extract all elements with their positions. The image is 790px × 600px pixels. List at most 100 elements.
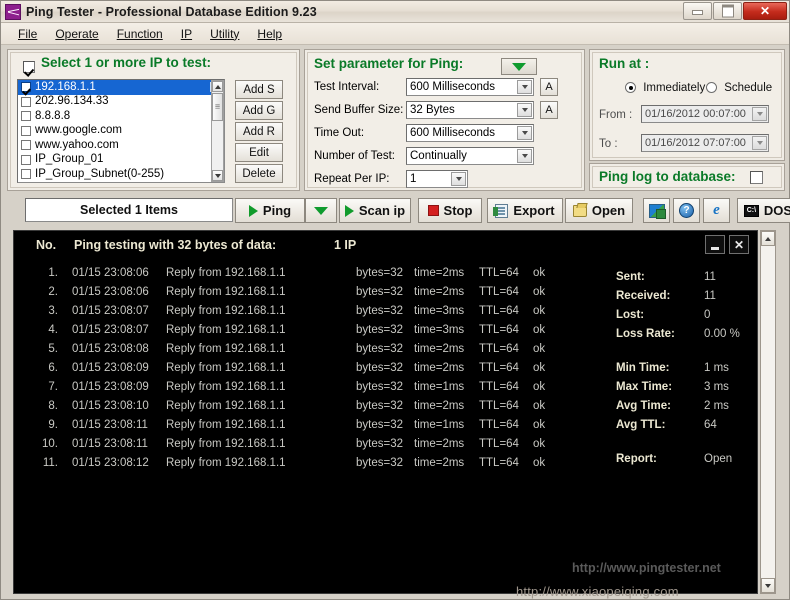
ip-item-checkbox[interactable] <box>21 111 31 122</box>
table-row: 1. 01/15 23:08:06 Reply from 192.168.1.1… <box>36 267 636 286</box>
time-out-select[interactable]: 600 Milliseconds <box>406 124 534 142</box>
browser-button[interactable]: e <box>703 198 730 223</box>
row-index: 1. <box>48 267 58 279</box>
row-bytes: bytes=32 <box>356 381 403 393</box>
edit-button[interactable]: Edit <box>235 143 283 162</box>
chevron-down-icon[interactable] <box>752 136 767 150</box>
to-datetime-field[interactable]: 01/16/2012 07:07:00 <box>641 134 769 152</box>
row-time: time=1ms <box>414 381 465 393</box>
scroll-down-icon[interactable] <box>212 170 223 181</box>
scan-ip-button[interactable]: Scan ip <box>339 198 411 223</box>
radio-immediately[interactable]: Immediately <box>625 82 705 94</box>
ping-button[interactable]: Ping <box>235 198 305 223</box>
list-item[interactable]: 192.168.1.1 <box>18 80 224 95</box>
add-g-button[interactable]: Add G <box>235 101 283 120</box>
export-button[interactable]: Export <box>487 198 563 223</box>
list-item[interactable]: 8.8.8.8 <box>18 109 224 124</box>
ip-list-scrollbar[interactable] <box>211 80 224 182</box>
stop-button-label: Stop <box>443 203 473 218</box>
menu-item-help[interactable]: Help <box>248 25 291 43</box>
image-export-button[interactable] <box>643 198 670 223</box>
help-button[interactable]: ? <box>673 198 700 223</box>
radio-immediately-button[interactable] <box>625 82 636 94</box>
row-ttl: TTL=64 <box>479 438 519 450</box>
list-item[interactable]: www.yahoo.com <box>18 138 224 153</box>
row-index: 4. <box>48 324 58 336</box>
table-row: 2. 01/15 23:08:06 Reply from 192.168.1.1… <box>36 286 636 305</box>
repeat-per-ip-select[interactable]: 1 <box>406 170 468 188</box>
ip-item-checkbox[interactable] <box>21 125 31 136</box>
stop-button[interactable]: Stop <box>418 198 482 223</box>
chevron-down-icon[interactable] <box>517 126 532 140</box>
window-minimize-button[interactable] <box>683 2 712 20</box>
application-window: Ping Tester - Professional Database Edit… <box>0 0 790 600</box>
number-of-test-select[interactable]: Continually <box>406 147 534 165</box>
menu-item-function[interactable]: Function <box>108 25 172 43</box>
chevron-down-icon[interactable] <box>517 103 532 117</box>
ping-log-checkbox[interactable] <box>750 171 763 184</box>
test-interval-select[interactable]: 600 Milliseconds <box>406 78 534 96</box>
row-status: ok <box>533 324 546 336</box>
list-item[interactable]: 202.96.134.33 <box>18 95 224 110</box>
test-interval-auto-button[interactable]: A <box>540 78 558 96</box>
internet-explorer-icon: e <box>713 202 720 218</box>
dos-button-label: DOS <box>763 203 790 218</box>
ip-list[interactable]: 192.168.1.1 202.96.134.33 8.8.8.8 www.go… <box>17 79 225 183</box>
stat-label: Avg Time: <box>616 400 671 412</box>
window-close-button[interactable]: ✕ <box>743 2 787 20</box>
menu-item-utility[interactable]: Utility <box>201 25 248 43</box>
console-scrollbar[interactable] <box>760 230 776 594</box>
menu-item-operate[interactable]: Operate <box>46 25 107 43</box>
stat-value: 0 <box>704 309 711 321</box>
row-status: ok <box>533 457 546 469</box>
from-datetime-field[interactable]: 01/16/2012 00:07:00 <box>641 105 769 123</box>
chevron-down-icon[interactable] <box>752 107 767 121</box>
menu-item-file[interactable]: File <box>9 25 46 43</box>
radio-schedule[interactable]: Schedule <box>706 82 772 94</box>
delete-button[interactable]: Delete <box>235 164 283 183</box>
ip-item-checkbox[interactable] <box>21 140 31 151</box>
ip-list-scrollbar-thumb[interactable] <box>212 93 223 121</box>
table-row: 10. 01/15 23:08:11 Reply from 192.168.1.… <box>36 438 636 457</box>
list-item[interactable]: www.google.com <box>18 124 224 139</box>
ping-dropdown-button[interactable] <box>305 198 337 223</box>
send-buffer-size-auto-button[interactable]: A <box>540 101 558 119</box>
table-row: 7. 01/15 23:08:09 Reply from 192.168.1.1… <box>36 381 636 400</box>
scan-ip-button-label: Scan ip <box>358 203 406 218</box>
row-ttl: TTL=64 <box>479 381 519 393</box>
row-time: time=3ms <box>414 324 465 336</box>
ip-item-checkbox[interactable] <box>21 154 31 165</box>
console-close-button[interactable]: ✕ <box>729 235 749 254</box>
scroll-up-icon[interactable] <box>212 81 223 92</box>
to-datetime-value: 01/16/2012 07:07:00 <box>645 137 746 149</box>
row-time: time=2ms <box>414 400 465 412</box>
send-buffer-size-select[interactable]: 32 Bytes <box>406 101 534 119</box>
console-minimize-button[interactable] <box>705 235 725 254</box>
radio-schedule-label: Schedule <box>724 82 773 94</box>
chevron-down-icon[interactable] <box>517 149 532 163</box>
chevron-down-icon[interactable] <box>517 80 532 94</box>
add-s-button[interactable]: Add S <box>235 80 283 99</box>
chevron-down-icon[interactable] <box>451 172 466 186</box>
list-item[interactable]: IP_Group_01 <box>18 153 224 168</box>
open-button[interactable]: Open <box>565 198 633 223</box>
list-item[interactable]: IP_Group_Subnet(0-255) <box>18 167 224 182</box>
report-open-link[interactable]: Open <box>704 453 732 465</box>
row-ttl: TTL=64 <box>479 400 519 412</box>
radio-schedule-button[interactable] <box>706 82 717 94</box>
scroll-down-icon[interactable] <box>761 578 775 593</box>
ip-item-checkbox[interactable] <box>21 82 31 93</box>
menu-item-ip[interactable]: IP <box>172 25 201 43</box>
select-ip-master-checkbox[interactable] <box>23 61 35 73</box>
row-timestamp: 01/15 23:08:09 <box>72 381 149 393</box>
table-row: 11. 01/15 23:08:12 Reply from 192.168.1.… <box>36 457 636 476</box>
add-r-button[interactable]: Add R <box>235 122 283 141</box>
row-bytes: bytes=32 <box>356 438 403 450</box>
ip-item-checkbox[interactable] <box>21 169 31 180</box>
scroll-up-icon[interactable] <box>761 231 775 246</box>
dos-button[interactable]: C:\ DOS <box>737 198 790 223</box>
ping-parameters-dropdown-button[interactable] <box>501 58 537 75</box>
window-maximize-button[interactable] <box>713 2 742 20</box>
ip-item-checkbox[interactable] <box>21 96 31 107</box>
row-status: ok <box>533 400 546 412</box>
